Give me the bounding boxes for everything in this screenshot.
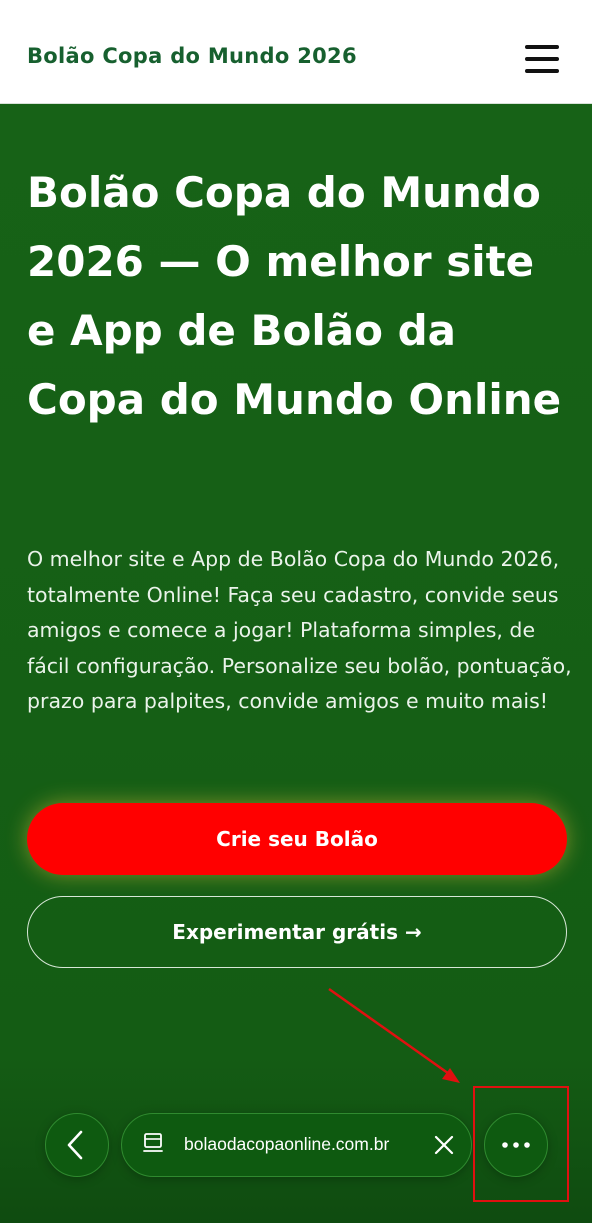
address-bar[interactable]: bolaodacopaonline.com.br xyxy=(121,1113,472,1177)
back-button[interactable] xyxy=(45,1113,109,1177)
hamburger-menu-icon[interactable] xyxy=(523,44,561,74)
hero-title: Bolão Copa do Mundo 2026 — O melhor site… xyxy=(27,168,562,424)
site-header: Bolão Copa do Mundo 2026 xyxy=(0,0,592,104)
annotation-arrow xyxy=(328,987,460,1083)
page-icon xyxy=(143,1133,163,1152)
hero-description: O melhor site e App de Bolão Copa do Mun… xyxy=(27,547,572,713)
create-pool-button[interactable]: Crie seu Bolão xyxy=(27,803,567,875)
chevron-left-icon xyxy=(67,1130,82,1159)
try-free-button[interactable]: Experimentar grátis → xyxy=(27,896,567,968)
site-brand[interactable]: Bolão Copa do Mundo 2026 xyxy=(27,44,357,68)
close-icon[interactable] xyxy=(433,1134,455,1156)
url-text: bolaodacopaonline.com.br xyxy=(184,1134,390,1154)
annotation-highlight-box xyxy=(473,1086,569,1202)
